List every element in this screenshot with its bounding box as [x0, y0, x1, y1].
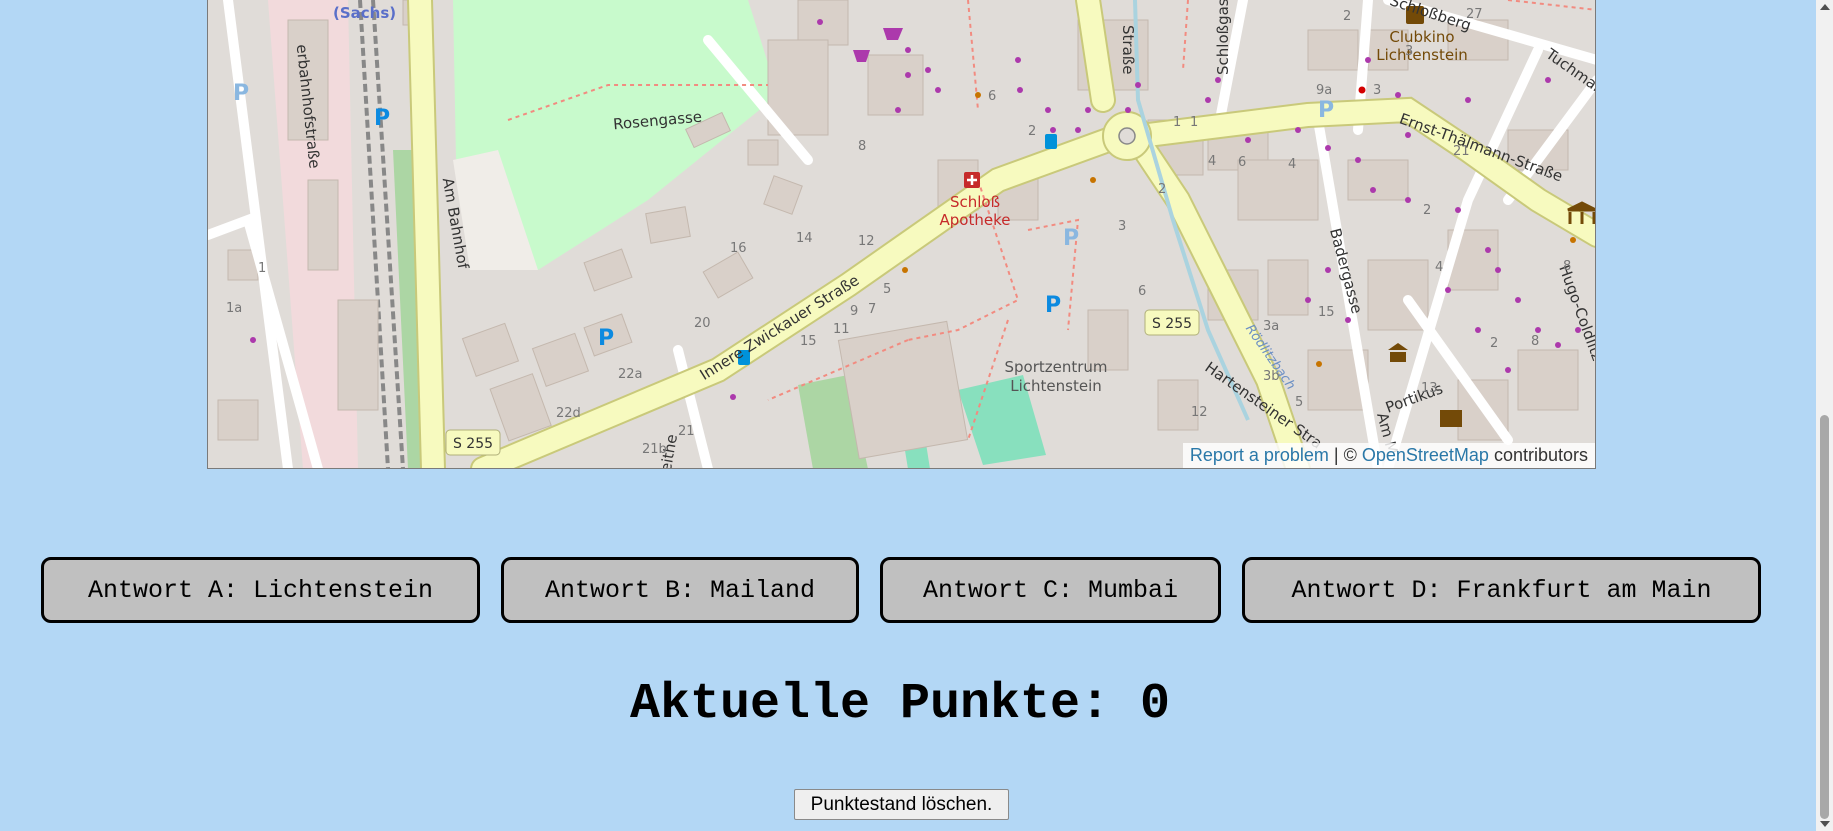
map-attribution: Report a problem | © OpenStreetMap contr…	[1182, 443, 1595, 468]
map-canvas[interactable]: P P P P P P Rosengasse Am Bahnhof erbahn…	[208, 0, 1596, 469]
svg-text:20: 20	[694, 316, 711, 331]
svg-text:7: 7	[868, 302, 876, 317]
svg-text:21: 21	[678, 424, 695, 439]
svg-text:S 255: S 255	[453, 436, 493, 452]
reset-score-button[interactable]: Punktestand löschen.	[794, 789, 1009, 820]
poi-label-clubkino: Clubkino	[1389, 28, 1454, 46]
svg-text:3: 3	[1118, 219, 1126, 234]
svg-text:S 255: S 255	[1152, 316, 1192, 332]
svg-text:22a: 22a	[618, 367, 643, 382]
svg-text:9: 9	[850, 304, 858, 319]
svg-text:2: 2	[1158, 182, 1166, 197]
svg-text:22d: 22d	[556, 406, 581, 421]
svg-text:1a: 1a	[226, 301, 242, 316]
svg-text:15: 15	[1318, 305, 1335, 320]
report-problem-link[interactable]: Report a problem	[1190, 445, 1329, 465]
poi-label-sportzentrum-town: Lichtenstein	[1010, 377, 1102, 395]
svg-text:9a: 9a	[1316, 83, 1332, 98]
scroll-thumb[interactable]	[1820, 415, 1829, 819]
scroll-down-arrow-icon[interactable]	[1820, 821, 1830, 827]
answer-d-button[interactable]: Antwort D: Frankfurt am Main	[1242, 557, 1761, 623]
svg-text:P: P	[1318, 98, 1334, 123]
street-label-strasse: Straße	[1119, 25, 1137, 74]
svg-text:16: 16	[730, 241, 747, 256]
answer-buttons: Antwort A: Lichtenstein Antwort B: Maila…	[0, 557, 1833, 623]
svg-text:8: 8	[1531, 334, 1539, 349]
attribution-separator: | ©	[1328, 445, 1362, 465]
place-label-sachs: (Sachs)	[333, 4, 396, 22]
svg-text:3: 3	[1405, 44, 1413, 59]
svg-text:3: 3	[1373, 83, 1381, 98]
map-view[interactable]: P P P P P P Rosengasse Am Bahnhof erbahn…	[207, 0, 1596, 469]
svg-text:8: 8	[858, 139, 866, 154]
svg-text:11: 11	[833, 322, 850, 337]
poi-label-apotheke: Apotheke	[940, 211, 1011, 229]
poi-label-clubkino-town: Lichtenstein	[1376, 46, 1468, 64]
svg-text:P: P	[598, 326, 614, 351]
svg-text:P: P	[1063, 226, 1079, 251]
road-badge-s255-right: S 255	[1144, 309, 1200, 336]
street-label-schlossgasse: Schloßgasse	[1214, 0, 1232, 75]
svg-text:2: 2	[1028, 124, 1036, 139]
svg-text:13: 13	[1421, 381, 1438, 396]
svg-text:8: 8	[1563, 259, 1571, 274]
svg-text:6: 6	[1238, 155, 1246, 170]
svg-text:15: 15	[800, 334, 817, 349]
svg-text:2: 2	[1423, 203, 1431, 218]
svg-text:27: 27	[1466, 7, 1483, 22]
answer-b-button[interactable]: Antwort B: Mailand	[501, 557, 859, 623]
poi-label-sportzentrum: Sportzentrum	[1004, 358, 1107, 376]
road-badge-s255-left: S 255	[445, 429, 501, 456]
svg-text:1: 1	[258, 261, 266, 276]
svg-text:21: 21	[1453, 144, 1470, 159]
attribution-contributors: contributors	[1488, 445, 1588, 465]
svg-text:4: 4	[1288, 157, 1296, 172]
scroll-up-arrow-icon[interactable]	[1820, 4, 1830, 10]
page-scrollbar[interactable]	[1816, 0, 1833, 831]
svg-text:2: 2	[1490, 336, 1498, 351]
poi-label-schloss: Schloß	[950, 193, 1000, 211]
svg-text:2: 2	[1343, 9, 1351, 24]
score-display: Aktuelle Punkte: 0	[629, 676, 1171, 733]
svg-text:14: 14	[796, 231, 813, 246]
svg-text:P: P	[233, 81, 249, 106]
answer-a-button[interactable]: Antwort A: Lichtenstein	[41, 557, 480, 623]
svg-text:12: 12	[1191, 405, 1208, 420]
svg-text:3a: 3a	[1263, 319, 1279, 334]
svg-text:5: 5	[883, 282, 891, 297]
svg-text:21b: 21b	[642, 442, 667, 457]
svg-text:1: 1	[1190, 115, 1198, 130]
svg-text:6: 6	[1138, 284, 1146, 299]
svg-text:1: 1	[1173, 115, 1181, 130]
svg-text:5: 5	[1295, 395, 1303, 410]
svg-text:P: P	[1045, 293, 1061, 318]
openstreetmap-link[interactable]: OpenStreetMap	[1362, 445, 1489, 465]
svg-text:12: 12	[858, 234, 875, 249]
svg-text:6: 6	[988, 89, 996, 104]
svg-text:P: P	[374, 106, 390, 131]
svg-text:3b: 3b	[1263, 369, 1280, 384]
svg-text:4: 4	[1435, 260, 1443, 275]
svg-text:4: 4	[1208, 154, 1216, 169]
answer-c-button[interactable]: Antwort C: Mumbai	[880, 557, 1221, 623]
